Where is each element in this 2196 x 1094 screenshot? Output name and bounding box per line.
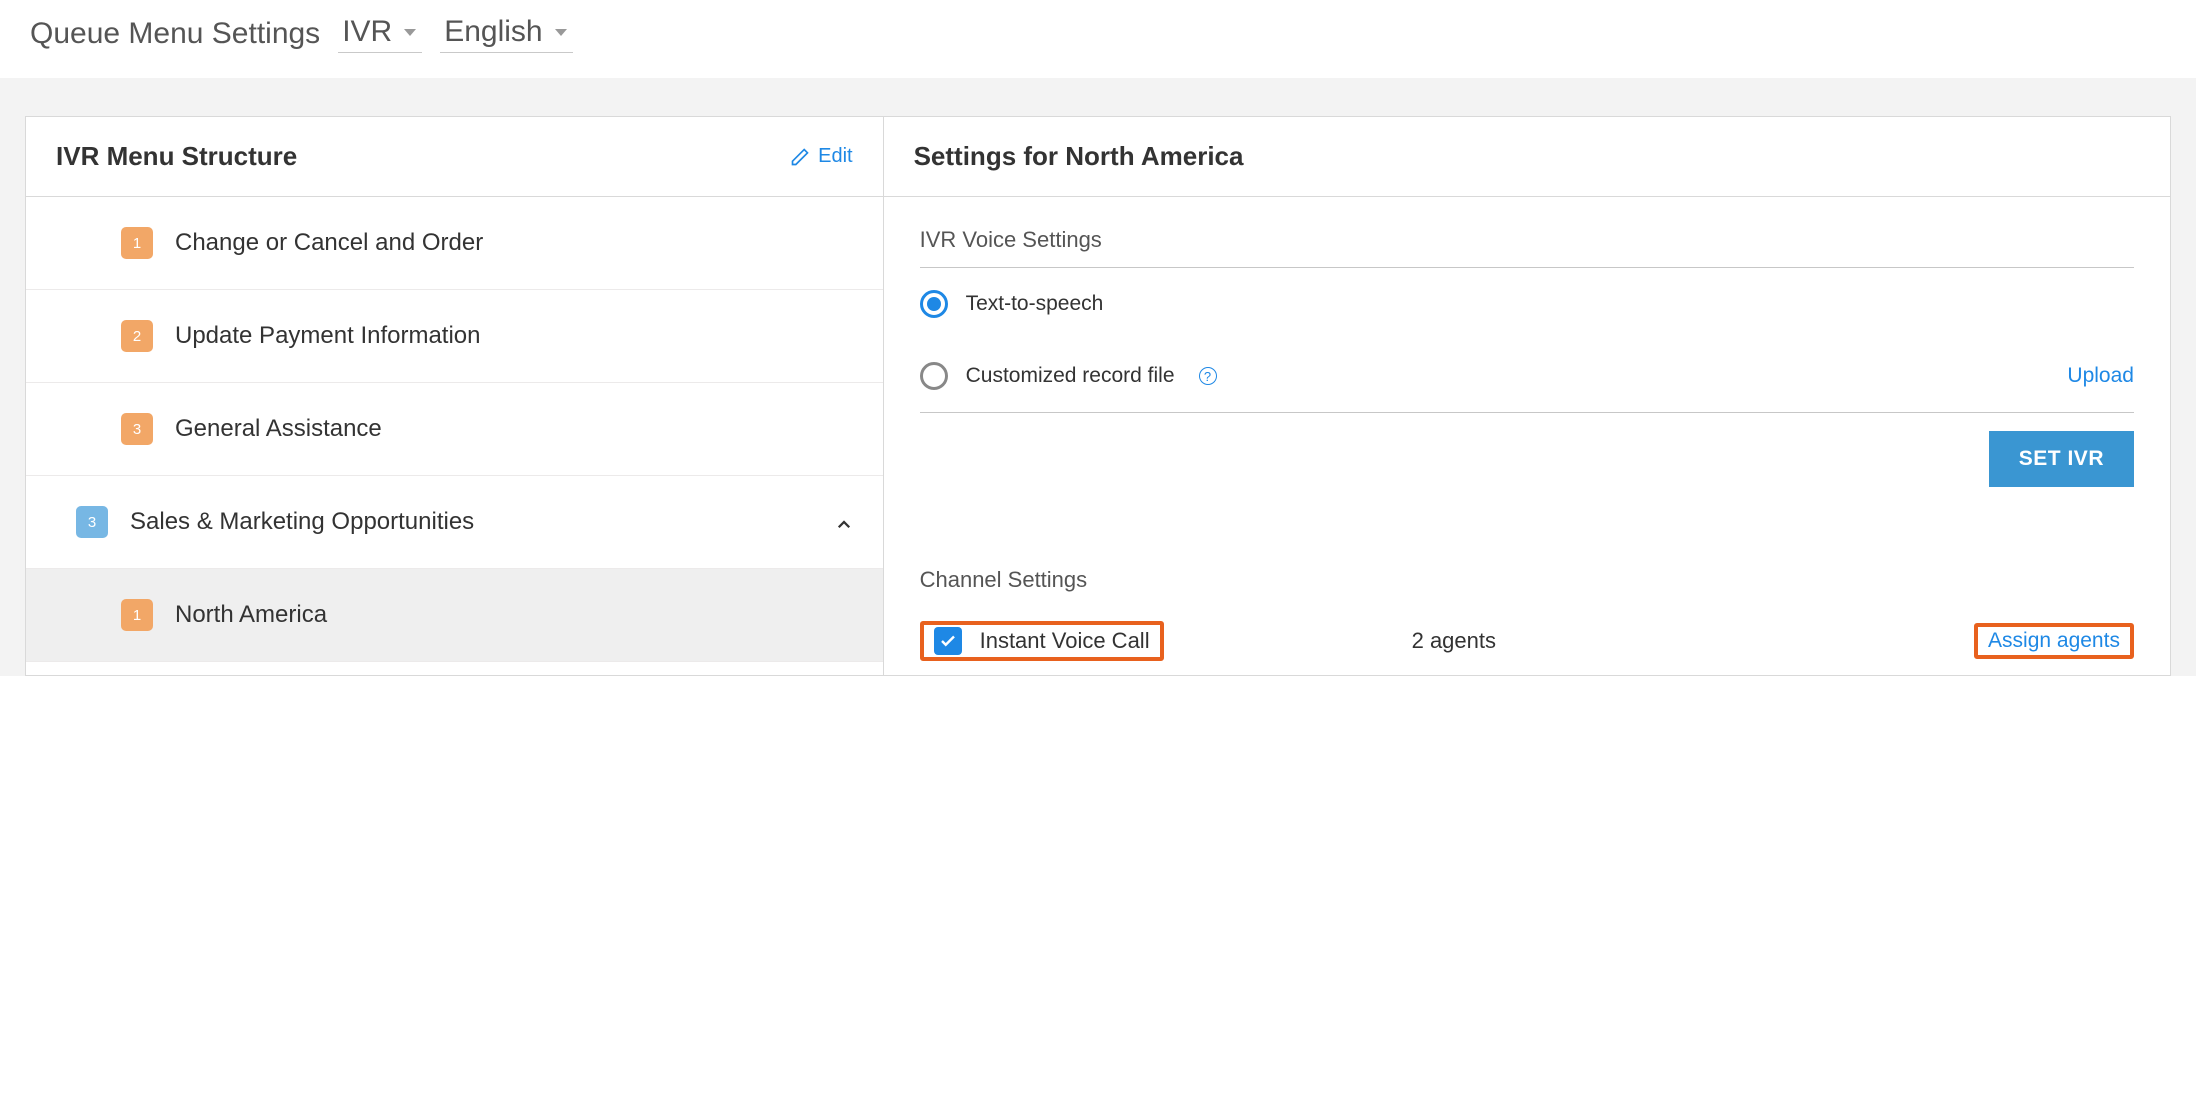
set-ivr-row: SET IVR — [920, 413, 2134, 527]
menu-item-label: Update Payment Information — [175, 322, 481, 350]
voice-option-custom: Customized record file ? Upload — [920, 340, 2134, 413]
menu-number-badge: 3 — [76, 506, 108, 538]
radio-tts-label: Text-to-speech — [966, 292, 1104, 316]
left-panel-header: IVR Menu Structure Edit — [26, 117, 883, 197]
caret-down-icon — [555, 29, 567, 36]
channel-row-instant-voice: Instant Voice Call 2 agents Assign agent… — [920, 599, 2134, 675]
edit-button[interactable]: Edit — [790, 145, 852, 168]
highlight-instant-voice: Instant Voice Call — [920, 621, 1164, 661]
menu-item-label: Change or Cancel and Order — [175, 229, 483, 257]
menu-item-general-assistance[interactable]: 3 General Assistance — [26, 383, 883, 476]
right-panel-header: Settings for North America — [884, 117, 2170, 197]
assign-agents-link[interactable]: Assign agents — [1988, 629, 2120, 653]
menu-item-label: North America — [175, 601, 327, 629]
voice-option-tts: Text-to-speech — [920, 268, 2134, 340]
menu-number-badge: 3 — [121, 413, 153, 445]
pencil-icon — [790, 147, 810, 167]
chevron-up-icon — [835, 513, 853, 531]
menu-item-label: General Assistance — [175, 415, 382, 443]
check-icon — [939, 632, 957, 650]
left-panel: IVR Menu Structure Edit 1 Change or Canc… — [26, 117, 884, 675]
instant-voice-label: Instant Voice Call — [980, 628, 1150, 654]
edit-label: Edit — [818, 145, 852, 168]
menu-item-change-cancel[interactable]: 1 Change or Cancel and Order — [26, 197, 883, 290]
page-header: Queue Menu Settings IVR English — [0, 0, 2196, 78]
language-dropdown[interactable]: English — [440, 15, 572, 53]
radio-custom-file-label: Customized record file — [966, 364, 1175, 388]
upload-link[interactable]: Upload — [2067, 364, 2134, 388]
right-panel: Settings for North America IVR Voice Set… — [884, 117, 2170, 675]
caret-down-icon — [404, 29, 416, 36]
channel-settings-section: Channel Settings Instant Voice Call 2 ag… — [920, 567, 2134, 675]
menu-item-sales-marketing[interactable]: 3 Sales & Marketing Opportunities — [26, 476, 883, 569]
menu-item-update-payment[interactable]: 2 Update Payment Information — [26, 290, 883, 383]
voice-section-title: IVR Voice Settings — [920, 227, 2134, 268]
menu-number-badge: 2 — [121, 320, 153, 352]
left-panel-title: IVR Menu Structure — [56, 141, 297, 172]
ivr-type-value: IVR — [342, 15, 392, 49]
language-value: English — [444, 15, 542, 49]
menu-list: 1 Change or Cancel and Order 2 Update Pa… — [26, 197, 883, 662]
right-panel-title: Settings for North America — [914, 141, 1244, 172]
radio-tts[interactable] — [920, 290, 948, 318]
ivr-type-dropdown[interactable]: IVR — [338, 15, 422, 53]
page-title: Queue Menu Settings — [30, 17, 320, 51]
channel-section-title: Channel Settings — [920, 567, 2134, 599]
help-icon[interactable]: ? — [1199, 367, 1217, 385]
content-area: IVR Menu Structure Edit 1 Change or Canc… — [0, 78, 2196, 676]
voice-settings-section: IVR Voice Settings Text-to-speech Custom… — [920, 227, 2134, 527]
right-panel-body: IVR Voice Settings Text-to-speech Custom… — [884, 197, 2170, 675]
highlight-assign-agents: Assign agents — [1974, 623, 2134, 659]
menu-item-label: Sales & Marketing Opportunities — [130, 508, 474, 536]
menu-item-north-america[interactable]: 1 North America — [26, 569, 883, 662]
radio-custom-file[interactable] — [920, 362, 948, 390]
menu-number-badge: 1 — [121, 599, 153, 631]
main-panel: IVR Menu Structure Edit 1 Change or Canc… — [25, 116, 2171, 676]
menu-number-badge: 1 — [121, 227, 153, 259]
set-ivr-button[interactable]: SET IVR — [1989, 431, 2134, 487]
instant-voice-checkbox[interactable] — [934, 627, 962, 655]
agents-count: 2 agents — [1412, 628, 1496, 654]
